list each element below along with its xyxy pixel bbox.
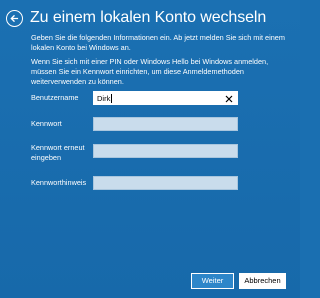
password-confirm-label: Kennwort erneut eingeben [31,143,85,162]
intro-paragraph-2: Wenn Sie sich mit einer PIN oder Windows… [31,57,269,86]
intro-paragraph-1: Geben Sie die folgenden Informationen ei… [31,33,285,52]
back-button[interactable] [6,9,23,27]
password-confirm-row: Kennwort erneut eingeben [31,143,281,162]
text-caret [111,94,112,103]
password-confirm-input[interactable] [93,144,238,158]
dialog-header: Zu einem lokalen Konto wechseln [6,7,266,29]
password-input[interactable] [93,117,238,131]
password-hint-label: Kennworthinweis [31,178,87,187]
page-title: Zu einem lokalen Konto wechseln [30,9,267,26]
username-value: Dirk [97,94,111,103]
username-input[interactable]: Dirk [93,91,238,105]
clear-button[interactable] [224,93,234,104]
password-hint-input[interactable] [93,176,238,190]
switch-local-account-dialog: Zu einem lokalen Konto wechseln Geben Si… [0,0,300,298]
username-row: Benutzername Dirk [31,91,281,105]
username-label: Benutzername [31,93,79,102]
password-row: Kennwort [31,117,281,131]
back-arrow-icon [10,14,19,22]
close-icon [225,95,233,102]
password-label: Kennwort [31,119,62,128]
cancel-button[interactable]: Abbrechen [239,273,286,289]
password-hint-row: Kennworthinweis [31,176,281,190]
next-button[interactable]: Weiter [191,273,234,289]
